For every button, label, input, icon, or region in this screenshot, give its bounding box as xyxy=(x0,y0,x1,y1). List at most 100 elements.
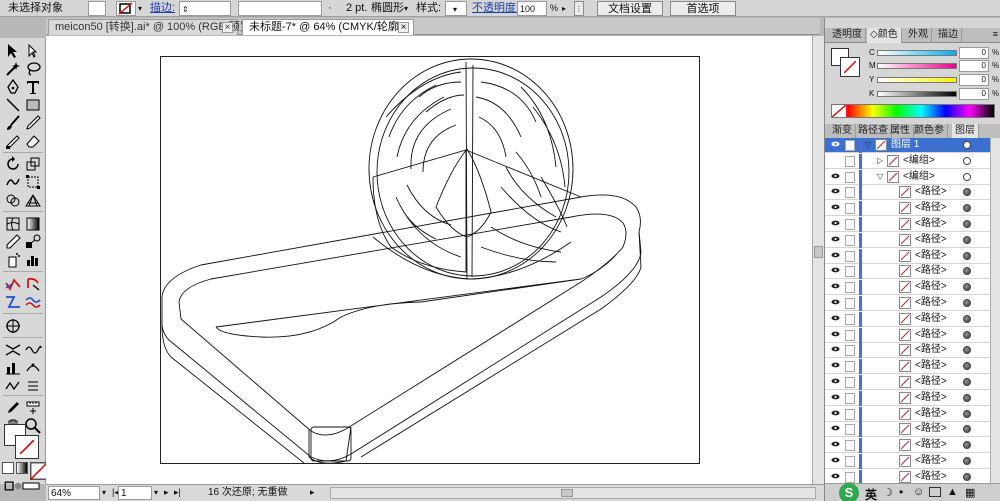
pencil-tool-icon[interactable] xyxy=(24,114,42,132)
eye-icon[interactable] xyxy=(831,283,840,289)
eye-icon[interactable] xyxy=(831,346,840,352)
eye-icon[interactable] xyxy=(831,220,840,226)
yellow-slider[interactable] xyxy=(877,77,957,83)
target-circle-icon[interactable] xyxy=(963,409,971,418)
layer-row[interactable]: ▽ 图层 1 xyxy=(825,138,1000,153)
line-tool-icon[interactable] xyxy=(4,96,22,114)
punctuation-icon[interactable]: • xyxy=(899,485,903,499)
tab-color-guide[interactable]: 颜色参 xyxy=(911,124,948,139)
eye-icon[interactable] xyxy=(831,188,840,194)
lock-toggle[interactable] xyxy=(845,282,855,294)
eye-icon[interactable] xyxy=(831,473,840,479)
eye-icon[interactable] xyxy=(831,236,840,242)
target-circle-icon[interactable] xyxy=(963,425,971,434)
path-row[interactable]: <路径> xyxy=(825,469,1000,483)
lock-toggle[interactable] xyxy=(845,345,855,357)
tab-meicon50[interactable]: meicon50 [转换].ai* @ 100% (RGB/预览) × xyxy=(48,19,254,35)
lock-toggle[interactable] xyxy=(845,250,855,262)
horizontal-scrollbar[interactable] xyxy=(330,487,816,499)
ime-language[interactable]: 英 xyxy=(865,486,877,501)
target-circle-icon[interactable] xyxy=(963,299,971,307)
path-row[interactable]: <路径> xyxy=(825,264,1000,280)
target-circle-icon[interactable] xyxy=(963,346,971,355)
close-icon[interactable]: × xyxy=(222,22,233,33)
eye-icon[interactable] xyxy=(831,299,840,305)
eye-icon[interactable] xyxy=(831,157,840,163)
rotate-tool-icon[interactable] xyxy=(4,155,22,173)
eye-icon[interactable] xyxy=(831,441,840,447)
screen-mode-icon[interactable] xyxy=(22,477,40,490)
eye-icon[interactable] xyxy=(831,141,840,147)
fill-stroke-widget[interactable] xyxy=(4,424,42,459)
lock-toggle[interactable] xyxy=(845,424,855,436)
path-row[interactable]: <路径> xyxy=(825,406,1000,422)
lock-toggle[interactable] xyxy=(845,456,855,467)
tab-color[interactable]: ◇颜色 xyxy=(867,28,902,43)
stroke-swatch[interactable] xyxy=(116,1,136,16)
zoom-dropdown-icon[interactable]: ▾ xyxy=(102,486,106,500)
target-circle-icon[interactable] xyxy=(963,220,971,228)
measure-tool-icon[interactable] xyxy=(24,399,42,417)
moon-icon[interactable]: ☽ xyxy=(883,486,893,499)
target-circle-icon[interactable] xyxy=(963,330,971,339)
direct-selection-tool-icon[interactable] xyxy=(24,42,42,60)
lock-toggle[interactable] xyxy=(845,471,855,483)
target-circle-icon[interactable] xyxy=(963,393,971,402)
lock-toggle[interactable] xyxy=(845,408,855,420)
target-circle-icon[interactable] xyxy=(963,362,971,371)
eraser-tool-icon[interactable] xyxy=(24,132,42,150)
path-row[interactable]: <路径> xyxy=(825,232,1000,248)
scrollbar-thumb[interactable] xyxy=(561,489,573,497)
collapse-triangle-icon[interactable]: ▽ xyxy=(877,172,883,181)
color-mode-icon[interactable] xyxy=(2,462,14,474)
target-circle-icon[interactable] xyxy=(963,251,971,260)
close-icon[interactable]: × xyxy=(398,22,409,33)
brush-shape[interactable]: 椭圆形 xyxy=(371,1,404,16)
scale-tool-icon[interactable] xyxy=(24,155,42,173)
black-slider[interactable] xyxy=(877,91,957,97)
lock-toggle[interactable] xyxy=(845,155,855,167)
rectangle-tool-icon[interactable] xyxy=(24,96,42,114)
warp-tool-icon[interactable] xyxy=(4,173,22,191)
lock-toggle[interactable] xyxy=(845,266,855,278)
lock-toggle[interactable] xyxy=(845,219,855,230)
eye-icon[interactable] xyxy=(831,252,840,258)
style-swatch[interactable]: ▾ xyxy=(445,1,467,16)
eye-icon[interactable] xyxy=(831,394,840,400)
wave-tool-icon[interactable] xyxy=(24,341,42,359)
crosshair-tool-icon[interactable] xyxy=(4,317,22,335)
artboard[interactable] xyxy=(160,56,700,464)
eyedropper-alt-icon[interactable] xyxy=(4,399,22,417)
target-circle-icon[interactable] xyxy=(963,378,971,386)
tab-appearance[interactable]: 外观 xyxy=(905,28,932,43)
lock-toggle[interactable] xyxy=(845,440,855,452)
lock-toggle[interactable] xyxy=(845,203,855,215)
lock-toggle[interactable] xyxy=(845,298,855,309)
eye-icon[interactable] xyxy=(831,267,840,273)
tab-stroke[interactable]: 描边 xyxy=(935,28,962,43)
lock-toggle[interactable] xyxy=(845,377,855,388)
group-row[interactable]: ▷ <编组> xyxy=(825,153,1000,169)
eye-icon[interactable] xyxy=(831,362,840,368)
path-row[interactable]: <路径> xyxy=(825,201,1000,217)
target-circle-icon[interactable] xyxy=(963,204,971,213)
selection-tool-icon[interactable] xyxy=(4,42,22,60)
lock-toggle[interactable] xyxy=(845,313,855,325)
eye-icon[interactable] xyxy=(831,173,840,179)
target-circle-icon[interactable] xyxy=(963,441,971,450)
artboard-tool-icon[interactable] xyxy=(4,293,22,311)
pen-tool-icon[interactable] xyxy=(4,78,22,96)
preferences-button[interactable]: 首选项 xyxy=(670,1,736,16)
style-dropdown-icon[interactable]: ▾ xyxy=(453,5,457,14)
path-row[interactable]: <路径> xyxy=(825,248,1000,264)
stroke-swatch-dropdown-icon[interactable]: ▾ xyxy=(138,1,146,16)
grid-icon[interactable]: ▦ xyxy=(965,486,975,499)
target-circle-icon[interactable] xyxy=(963,156,971,165)
next-page-icon[interactable]: ▸ xyxy=(164,486,169,500)
eye-icon[interactable] xyxy=(831,204,840,210)
brush-dropdown-icon[interactable]: ▾ xyxy=(404,1,408,16)
target-circle-icon[interactable] xyxy=(963,283,971,292)
tab-layers[interactable]: 图层 xyxy=(952,124,979,139)
target-circle-icon[interactable] xyxy=(963,172,971,181)
type-tool-icon[interactable] xyxy=(24,78,42,96)
